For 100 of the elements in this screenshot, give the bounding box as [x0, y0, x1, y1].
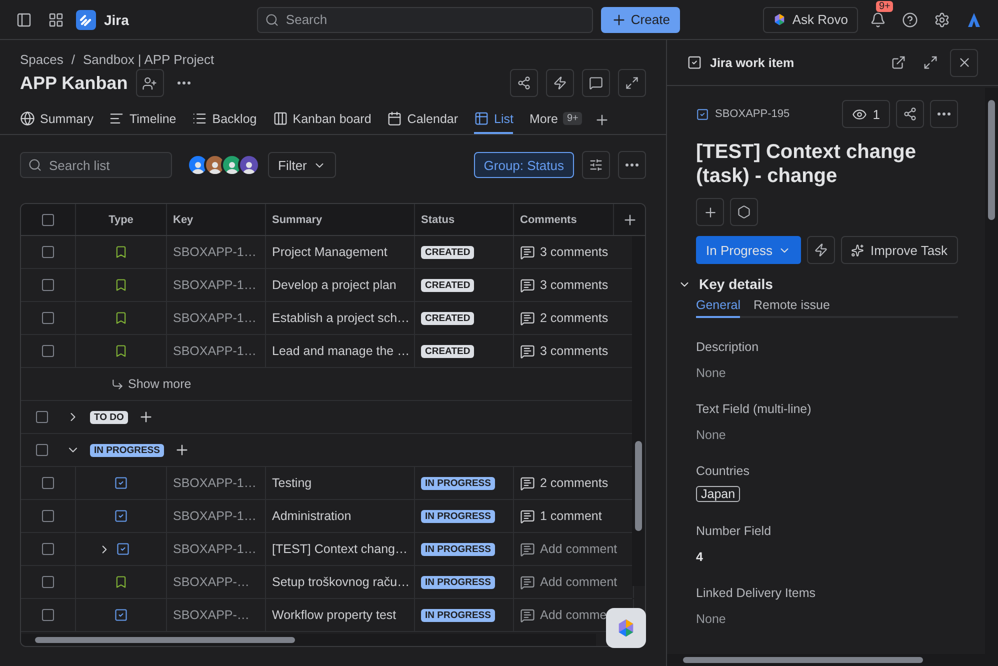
key-cell[interactable]: SBOXAPP-…	[167, 599, 266, 631]
summary-cell[interactable]: Establish a project sch…	[266, 302, 415, 334]
row-checkbox[interactable]	[42, 477, 54, 489]
key-cell[interactable]: SBOXAPP-1…	[167, 467, 266, 499]
share-button[interactable]	[896, 100, 924, 128]
rovo-button[interactable]	[606, 608, 646, 648]
summary-cell[interactable]: [TEST] Context chang…	[266, 533, 415, 565]
summary-cell[interactable]: Setup troškovnog raču…	[266, 566, 415, 598]
view-tab[interactable]: List	[474, 105, 514, 134]
work-item-key[interactable]: SBOXAPP-195	[715, 108, 790, 120]
field-value[interactable]: None	[696, 366, 726, 380]
column-header[interactable]: Summary	[272, 214, 322, 226]
filter-button[interactable]: Filter	[268, 152, 336, 178]
vertical-scrollbar[interactable]	[985, 88, 998, 654]
detail-tab[interactable]: Remote issue	[753, 298, 830, 318]
breadcrumb-link[interactable]: Sandbox | APP Project	[83, 52, 214, 67]
close-button[interactable]	[950, 48, 978, 76]
status-lozenge[interactable]: CREATED	[421, 278, 474, 292]
comments-link[interactable]: Add comment	[540, 542, 618, 556]
view-tab[interactable]: Timeline	[109, 105, 176, 134]
status-lozenge[interactable]: CREATED	[421, 312, 474, 324]
comments-link[interactable]: 3 comments	[540, 344, 608, 358]
section-toggle[interactable]: Key details	[678, 276, 958, 292]
view-settings-button[interactable]	[582, 151, 610, 179]
field-value[interactable]: None	[696, 428, 726, 442]
comments-link[interactable]: 3 comments	[540, 245, 608, 259]
select-all-checkbox[interactable]	[42, 214, 54, 226]
column-header[interactable]: Status	[421, 214, 455, 226]
status-lozenge[interactable]: IN PROGRESS	[421, 576, 495, 588]
view-tab[interactable]: Summary	[20, 105, 94, 134]
ask-rovo-button[interactable]: Ask Rovo	[763, 6, 858, 32]
column-header[interactable]: Key	[173, 214, 194, 226]
automation-button[interactable]	[546, 69, 574, 97]
status-lozenge[interactable]: CREATED	[421, 246, 474, 258]
apps-button[interactable]	[730, 198, 758, 226]
fullscreen-button[interactable]	[618, 69, 646, 97]
field-value[interactable]: None	[696, 612, 726, 626]
key-cell[interactable]: SBOXAPP-1…	[167, 500, 266, 532]
group-status-lozenge[interactable]: IN PROGRESS	[90, 444, 164, 456]
jira-logo-icon[interactable]	[76, 10, 96, 30]
row-checkbox[interactable]	[42, 609, 54, 621]
row-checkbox[interactable]	[42, 510, 54, 522]
group-checkbox[interactable]	[36, 411, 48, 423]
row-checkbox[interactable]	[42, 576, 54, 588]
key-cell[interactable]: SBOXAPP-1…	[167, 269, 266, 301]
status-lozenge[interactable]: IN PROGRESS	[421, 510, 495, 522]
more-button[interactable]	[618, 151, 646, 179]
comments-link[interactable]: Add comme	[540, 608, 607, 622]
column-header[interactable]: Type	[108, 214, 134, 226]
summary-cell[interactable]: Workflow property test	[266, 599, 415, 631]
row-checkbox[interactable]	[42, 345, 54, 357]
status-lozenge[interactable]: IN PROGRESS	[421, 542, 495, 556]
breadcrumb-link[interactable]: Spaces	[20, 52, 64, 67]
comments-link[interactable]: 2 comments	[540, 311, 608, 325]
create-button[interactable]: Create	[600, 6, 680, 32]
summary-cell[interactable]: Lead and manage the …	[266, 335, 415, 367]
plus-icon[interactable]	[174, 442, 190, 458]
key-cell[interactable]: SBOXAPP-…	[167, 566, 266, 598]
horizontal-scrollbar[interactable]	[21, 634, 596, 646]
comments-link[interactable]: 3 comments	[540, 278, 608, 292]
horizontal-scrollbar[interactable]	[667, 654, 998, 666]
summary-cell[interactable]: Administration	[266, 500, 415, 532]
search-field[interactable]: Search	[256, 6, 593, 32]
search-list-field[interactable]: Search list	[20, 152, 172, 178]
key-cell[interactable]: SBOXAPP-1…	[167, 533, 266, 565]
comments-link[interactable]: 2 comments	[540, 476, 608, 490]
status-lozenge[interactable]: IN PROGRESS	[421, 608, 495, 622]
work-item-title[interactable]: [TEST] Context change (task) - change	[696, 140, 958, 188]
improve-task-button[interactable]: Improve Task	[841, 236, 958, 264]
row-checkbox[interactable]	[42, 543, 54, 555]
country-tag[interactable]: Japan	[696, 486, 740, 502]
group-by-button[interactable]: Group: Status	[474, 152, 574, 178]
comments-link[interactable]: 1 comment	[540, 509, 602, 523]
view-tab[interactable]: More 9+	[529, 105, 582, 134]
group-checkbox[interactable]	[36, 444, 48, 456]
summary-cell[interactable]: Develop a project plan	[266, 269, 415, 301]
detail-tab[interactable]: General	[696, 298, 740, 318]
vertical-scrollbar[interactable]	[632, 236, 645, 586]
status-lozenge[interactable]: CREATED	[421, 344, 474, 358]
automation-button[interactable]	[807, 236, 836, 264]
view-tab[interactable]: Calendar	[387, 105, 458, 134]
watchers-button[interactable]: 1	[842, 100, 890, 128]
key-cell[interactable]: SBOXAPP-1…	[167, 335, 266, 367]
row-checkbox[interactable]	[42, 279, 54, 291]
add-button[interactable]	[696, 198, 724, 226]
key-cell[interactable]: SBOXAPP-1…	[167, 236, 266, 268]
field-value[interactable]: 4	[696, 550, 703, 564]
view-tab[interactable]: Backlog	[192, 105, 257, 134]
column-header[interactable]: Comments	[520, 214, 577, 226]
status-lozenge[interactable]: IN PROGRESS	[421, 476, 495, 490]
summary-cell[interactable]: Project Management	[266, 236, 415, 268]
feedback-button[interactable]	[582, 69, 610, 97]
group-status-lozenge[interactable]: TO DO	[90, 410, 128, 424]
status-button[interactable]: In Progress	[696, 236, 802, 264]
comments-link[interactable]: Add comment	[540, 575, 618, 589]
key-cell[interactable]: SBOXAPP-1…	[167, 302, 266, 334]
add-people-button[interactable]	[136, 69, 164, 97]
row-checkbox[interactable]	[42, 312, 54, 324]
more-button[interactable]	[930, 100, 958, 128]
view-tab[interactable]: Kanban board	[272, 105, 372, 134]
